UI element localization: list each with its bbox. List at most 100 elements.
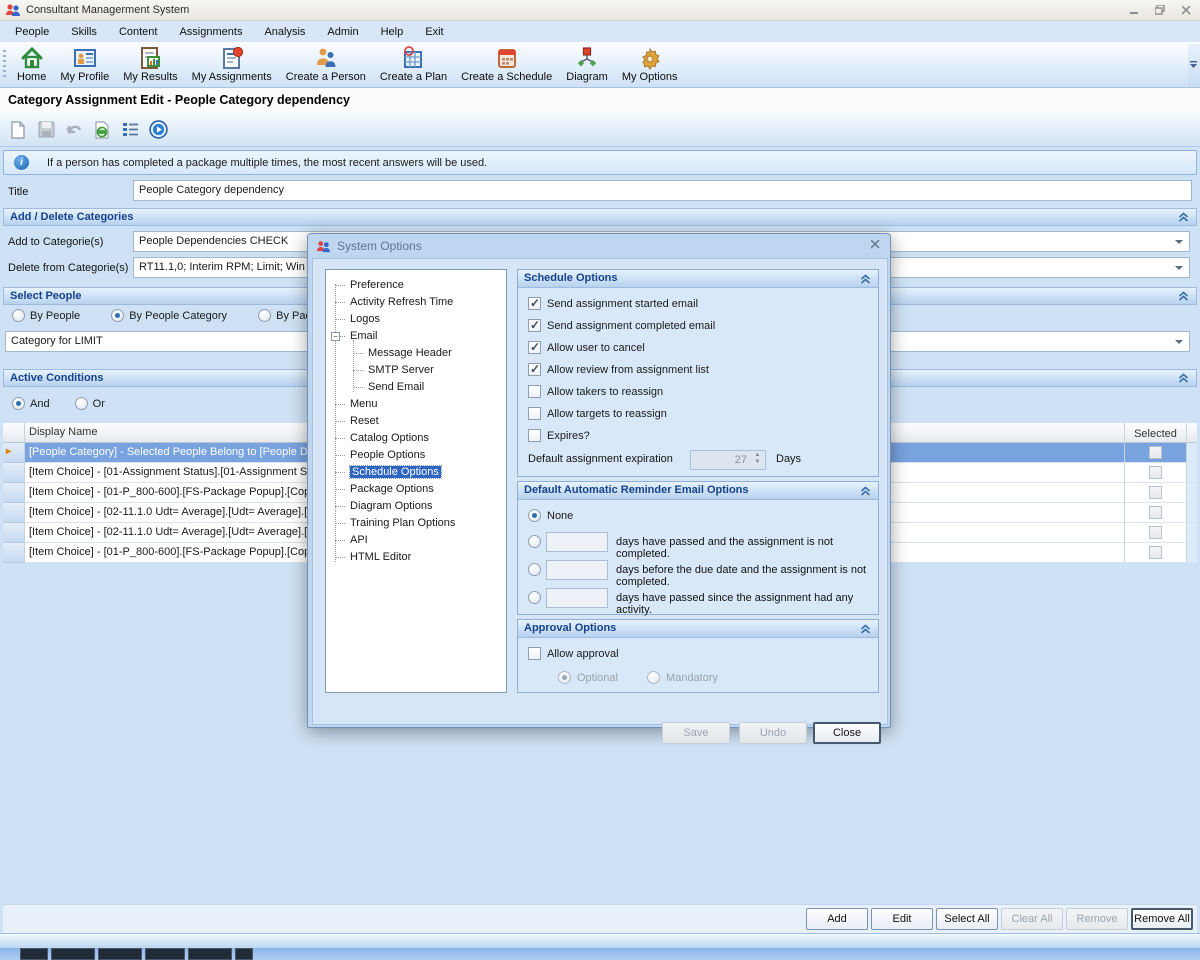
- tree-item-logos[interactable]: Logos: [326, 311, 506, 328]
- taskbar-window-button[interactable]: [145, 948, 185, 960]
- menu-assignments[interactable]: Assignments: [168, 23, 253, 41]
- toolbar-create-person-button[interactable]: Create a Person: [279, 44, 373, 84]
- reminder-no-activity-radio[interactable]: [528, 591, 541, 604]
- tree-item-menu[interactable]: Menu: [326, 396, 506, 413]
- collapse-chevron-icon[interactable]: [860, 486, 871, 497]
- remove-all-button[interactable]: Remove All: [1131, 908, 1193, 930]
- allow-user-cancel-checkbox[interactable]: [528, 341, 541, 354]
- undo-icon[interactable]: [64, 120, 84, 140]
- menu-exit[interactable]: Exit: [414, 23, 454, 41]
- dialog-close-icon[interactable]: [871, 238, 880, 252]
- toolbar-home-button[interactable]: Home: [10, 44, 53, 84]
- toolbar-create-plan-button[interactable]: Create a Plan: [373, 44, 454, 84]
- row-selector[interactable]: ▸: [3, 443, 25, 463]
- toolbar-my-profile-button[interactable]: My Profile: [53, 44, 116, 84]
- menu-admin[interactable]: Admin: [316, 23, 369, 41]
- tree-item-training-plan-options[interactable]: Training Plan Options: [326, 515, 506, 532]
- row-selected-checkbox[interactable]: [1149, 546, 1162, 559]
- menu-analysis[interactable]: Analysis: [253, 23, 316, 41]
- taskbar-window-button[interactable]: [235, 948, 253, 960]
- tree-item-message-header[interactable]: Message Header: [326, 345, 506, 362]
- spinner-arrows-icon[interactable]: ▲▼: [751, 451, 764, 467]
- tree-item-reset[interactable]: Reset: [326, 413, 506, 430]
- run-icon[interactable]: [148, 120, 168, 140]
- and-radio[interactable]: [12, 397, 25, 410]
- menu-people[interactable]: People: [4, 23, 60, 41]
- tree-item-people-options[interactable]: People Options: [326, 447, 506, 464]
- reminder-none-radio[interactable]: [528, 509, 541, 522]
- save-icon[interactable]: [36, 120, 56, 140]
- tree-item-send-email[interactable]: Send Email: [326, 379, 506, 396]
- toolbar-my-assignments-button[interactable]: My Assignments: [185, 44, 279, 84]
- taskbar-window-button[interactable]: [188, 948, 232, 960]
- dialog-titlebar[interactable]: System Options: [308, 234, 890, 258]
- add-button[interactable]: Add: [806, 908, 868, 930]
- row-selector[interactable]: [3, 463, 25, 483]
- send-started-email-checkbox[interactable]: [528, 297, 541, 310]
- tree-item-diagram-options[interactable]: Diagram Options: [326, 498, 506, 515]
- reminder-days-passed-radio[interactable]: [528, 535, 541, 548]
- menu-help[interactable]: Help: [370, 23, 415, 41]
- allow-approval-checkbox[interactable]: [528, 647, 541, 660]
- collapse-chevron-icon[interactable]: [860, 624, 871, 635]
- collapse-chevron-icon[interactable]: [1178, 212, 1189, 223]
- new-document-icon[interactable]: [8, 120, 28, 140]
- expires-checkbox[interactable]: [528, 429, 541, 442]
- section-add-delete-categories[interactable]: Add / Delete Categories: [3, 208, 1197, 226]
- toolbar-diagram-button[interactable]: Diagram: [559, 44, 615, 84]
- row-selected-checkbox[interactable]: [1149, 446, 1162, 459]
- toolbar-grip[interactable]: [3, 50, 6, 80]
- tree-item-email[interactable]: −Email: [326, 328, 506, 345]
- days-no-activity-input[interactable]: [546, 588, 608, 608]
- row-selector[interactable]: [3, 483, 25, 503]
- row-selector[interactable]: [3, 503, 25, 523]
- column-header-selected[interactable]: Selected: [1125, 423, 1187, 443]
- tree-item-package-options[interactable]: Package Options: [326, 481, 506, 498]
- row-selected-checkbox[interactable]: [1149, 466, 1162, 479]
- minimize-icon[interactable]: [1126, 3, 1142, 17]
- allow-targets-reassign-checkbox[interactable]: [528, 407, 541, 420]
- approval-options-header[interactable]: Approval Options: [518, 620, 878, 638]
- toolbar-overflow-button[interactable]: [1188, 44, 1200, 86]
- row-selected-checkbox[interactable]: [1149, 526, 1162, 539]
- allow-review-checkbox[interactable]: [528, 363, 541, 376]
- taskbar-window-button[interactable]: [20, 948, 48, 960]
- reminder-options-header[interactable]: Default Automatic Reminder Email Options: [518, 482, 878, 500]
- taskbar-window-button[interactable]: [98, 948, 142, 960]
- close-icon[interactable]: [1178, 3, 1194, 17]
- restore-icon[interactable]: [1152, 3, 1168, 17]
- by-package-radio[interactable]: [258, 309, 271, 322]
- days-passed-input[interactable]: [546, 532, 608, 552]
- allow-takers-reassign-checkbox[interactable]: [528, 385, 541, 398]
- reminder-before-due-radio[interactable]: [528, 563, 541, 576]
- row-selected-checkbox[interactable]: [1149, 506, 1162, 519]
- list-icon[interactable]: [120, 120, 140, 140]
- row-selector[interactable]: [3, 523, 25, 543]
- tree-item-html-editor[interactable]: HTML Editor: [326, 549, 506, 566]
- close-button[interactable]: Close: [813, 722, 881, 744]
- tree-item-catalog-options[interactable]: Catalog Options: [326, 430, 506, 447]
- by-people-category-radio[interactable]: [111, 309, 124, 322]
- edit-button[interactable]: Edit: [871, 908, 933, 930]
- tree-collapse-box[interactable]: −: [331, 332, 340, 341]
- by-people-radio[interactable]: [12, 309, 25, 322]
- days-before-due-input[interactable]: [546, 560, 608, 580]
- schedule-options-header[interactable]: Schedule Options: [518, 270, 878, 288]
- collapse-chevron-icon[interactable]: [1178, 373, 1189, 384]
- tree-item-activity-refresh-time[interactable]: Activity Refresh Time: [326, 294, 506, 311]
- or-radio[interactable]: [75, 397, 88, 410]
- menu-skills[interactable]: Skills: [60, 23, 108, 41]
- tree-item-api[interactable]: API: [326, 532, 506, 549]
- tree-item-smtp-server[interactable]: SMTP Server: [326, 362, 506, 379]
- toolbar-my-results-button[interactable]: My Results: [116, 44, 184, 84]
- refresh-icon[interactable]: [92, 120, 112, 140]
- title-input[interactable]: People Category dependency: [133, 180, 1192, 201]
- row-selected-checkbox[interactable]: [1149, 486, 1162, 499]
- tree-item-schedule-options[interactable]: Schedule Options: [326, 464, 506, 481]
- tree-item-preference[interactable]: Preference: [326, 277, 506, 294]
- select-all-button[interactable]: Select All: [936, 908, 998, 930]
- taskbar-window-button[interactable]: [51, 948, 95, 960]
- collapse-chevron-icon[interactable]: [860, 274, 871, 285]
- collapse-chevron-icon[interactable]: [1178, 291, 1189, 302]
- menu-content[interactable]: Content: [108, 23, 169, 41]
